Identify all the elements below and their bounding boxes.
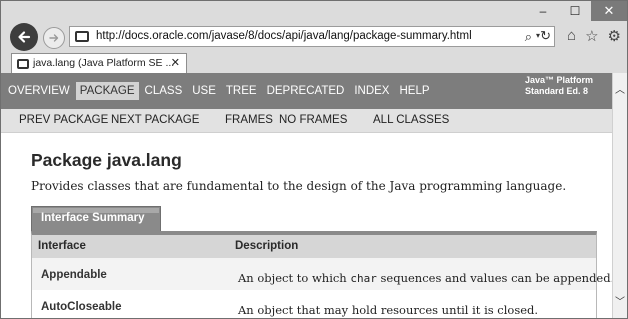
page-title: Package java.lang — [31, 150, 182, 170]
home-icon[interactable]: ⌂ — [567, 27, 576, 45]
caption-label: Interface Summary — [41, 212, 145, 224]
frames-link[interactable]: FRAMES — [225, 114, 273, 126]
nav-item-index[interactable]: INDEX — [350, 82, 393, 100]
top-navigation: OVERVIEW PACKAGE CLASS USE TREE DEPRECATED IND… — [1, 73, 613, 109]
interface-link-appendable[interactable]: Appendable — [41, 269, 107, 281]
interface-link-autocloseable[interactable]: AutoCloseable — [41, 301, 122, 313]
scroll-down-icon[interactable]: ﹀ — [615, 293, 625, 308]
description-text: An object to which — [238, 271, 351, 285]
tab-strip: java.lang (Java Platform SE ... ✕ — [1, 53, 627, 73]
package-description: Provides classes that are fundamental to… — [31, 179, 567, 193]
refresh-icon[interactable]: ↻ — [540, 28, 551, 44]
brand-line-2: Standard Ed. 8 — [524, 86, 588, 96]
nav-item-tree[interactable]: TREE — [222, 82, 261, 100]
search-icon[interactable]: ⌕ — [525, 29, 532, 45]
page-viewport: OVERVIEW PACKAGE CLASS USE TREE DEPRECATED IND… — [1, 73, 613, 318]
forward-button[interactable] — [43, 27, 65, 49]
nav-item-use[interactable]: USE — [188, 82, 220, 100]
nav-item-help[interactable]: HELP — [395, 82, 433, 100]
all-classes-link[interactable]: ALL CLASSES — [373, 114, 449, 126]
top-nav-items: OVERVIEW PACKAGE CLASS USE TREE DEPRECATED IND… — [4, 82, 436, 100]
table-row: Appendable An object to which char seque… — [32, 258, 613, 290]
interface-description: An object that may hold resources until … — [238, 303, 539, 317]
page-icon — [17, 59, 29, 69]
page-icon — [75, 31, 89, 42]
column-header-description: Description — [235, 240, 299, 252]
prev-package-link[interactable]: PREV PACKAGE — [19, 114, 108, 126]
maximize-button[interactable]: ☐ — [559, 1, 591, 21]
interface-description: An object to which char sequences and va… — [238, 271, 613, 285]
interface-summary-caption: Interface Summary — [31, 206, 161, 232]
nav-item-class[interactable]: CLASS — [141, 82, 187, 100]
nav-item-overview[interactable]: OVERVIEW — [4, 82, 74, 100]
address-bar[interactable]: http://docs.oracle.com/javase/8/docs/api… — [69, 26, 555, 47]
browser-tab[interactable]: java.lang (Java Platform SE ... ✕ — [11, 53, 187, 73]
close-icon[interactable]: ✕ — [171, 56, 180, 69]
url-text[interactable]: http://docs.oracle.com/javase/8/docs/api… — [96, 30, 472, 42]
arrow-right-icon — [49, 34, 59, 42]
browser-tools: ⌂ ☆ ⚙ — [567, 27, 621, 45]
next-package-link[interactable]: NEXT PACKAGE — [111, 114, 199, 126]
browser-window: – ☐ ✕ http://docs.oracle.com/javase/8/do… — [0, 0, 628, 319]
gear-icon[interactable]: ⚙ — [608, 27, 621, 45]
table-header: Interface Description — [32, 235, 596, 258]
close-window-button[interactable]: ✕ — [591, 1, 627, 21]
star-icon[interactable]: ☆ — [585, 27, 598, 45]
column-header-interface: Interface — [38, 240, 86, 252]
nav-item-deprecated[interactable]: DEPRECATED — [263, 82, 349, 100]
description-text: sequences and values can be appended. — [376, 271, 613, 285]
back-button[interactable] — [10, 23, 38, 51]
sub-navigation: PREV PACKAGE NEXT PACKAGE FRAMES NO FRAM… — [1, 109, 613, 133]
code-term: char — [350, 272, 377, 285]
no-frames-link[interactable]: NO FRAMES — [279, 114, 347, 126]
arrow-left-icon — [18, 31, 31, 43]
tab-title: java.lang (Java Platform SE ... — [33, 57, 175, 69]
brand-line-1: Java™ Platform — [524, 75, 593, 85]
interface-summary-table: Interface Description Appendable An obje… — [31, 231, 613, 318]
navigation-bar: http://docs.oracle.com/javase/8/docs/api… — [1, 21, 627, 53]
table-row: AutoCloseable An object that may hold re… — [32, 290, 596, 318]
brand-label: Java™ Platform Standard Ed. 8 — [525, 75, 593, 97]
window-controls: – ☐ ✕ — [527, 1, 627, 21]
scroll-up-icon[interactable]: ︿ — [615, 81, 625, 96]
vertical-scrollbar[interactable]: ︿ ﹀ — [612, 73, 627, 318]
nav-item-package[interactable]: PACKAGE — [75, 82, 139, 100]
minimize-button[interactable]: – — [527, 1, 559, 21]
